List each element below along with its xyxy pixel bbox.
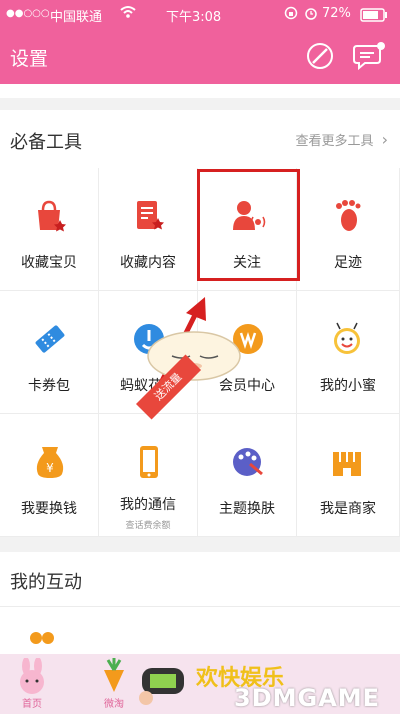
tool-item[interactable]: 收藏内容	[99, 168, 198, 291]
tool-label: 我是商家	[320, 501, 376, 517]
tool-sublabel: 查话费余额	[125, 521, 171, 531]
customize-button[interactable]	[304, 40, 336, 72]
follow-person-icon	[233, 201, 266, 230]
bee-face-icon	[334, 322, 360, 354]
tool-label: 我的通信	[120, 497, 176, 513]
tool-item[interactable]: 足迹	[297, 168, 400, 291]
palette-icon	[233, 448, 263, 476]
tool-item-follow[interactable]: 关注	[198, 168, 297, 291]
messages-button[interactable]	[352, 40, 385, 72]
tab-label: 首页	[22, 699, 42, 710]
status-bar: ●●○○○ 中国联通 下午3:08 72%	[0, 0, 400, 30]
tool-label: 主题换肤	[219, 501, 275, 517]
more-tools-label: 查看更多工具	[295, 134, 374, 149]
lock-rotation-icon	[284, 6, 298, 24]
tool-item[interactable]: 主题换肤	[198, 414, 297, 537]
tool-label: 收藏内容	[120, 255, 176, 271]
tool-item[interactable]: ¥ 我要换钱	[0, 414, 99, 537]
brush-icon	[307, 43, 333, 69]
watermark-en: 3DMGAME	[234, 684, 381, 712]
tools-title: 必备工具	[10, 132, 82, 153]
tool-label: 我的小蜜	[320, 378, 376, 394]
footprint-icon	[336, 200, 361, 231]
alarm-icon	[304, 6, 318, 24]
tool-label: 关注	[233, 255, 261, 271]
document-star-icon	[137, 201, 164, 230]
chevron-right-icon: ›	[381, 130, 388, 149]
top-strip	[0, 84, 400, 98]
ticket-icon	[35, 325, 65, 353]
bunny-icon	[20, 657, 44, 694]
interaction-section: 我的互动	[0, 552, 400, 654]
tool-item[interactable]: 我的通信 查话费余额	[99, 414, 198, 537]
battery-percent: 72%	[322, 6, 351, 21]
shop-icon	[333, 452, 361, 476]
tool-item[interactable]: 卡券包	[0, 291, 99, 414]
money-bag-icon: ¥	[36, 447, 64, 478]
tool-item[interactable]: 收藏宝贝	[0, 168, 99, 291]
status-time: 下午3:08	[166, 10, 222, 25]
carrot-icon	[104, 658, 124, 692]
shopping-bag-star-icon	[38, 200, 66, 232]
app-header: 设置	[0, 30, 400, 84]
tool-label: 卡券包	[28, 378, 70, 394]
tab-label: 微淘	[104, 699, 124, 710]
svg-text:¥: ¥	[46, 461, 54, 475]
message-icon	[353, 42, 385, 71]
more-tools-link[interactable]: 查看更多工具 ›	[295, 130, 388, 149]
interaction-title: 我的互动	[10, 572, 82, 593]
signal-dots: ●●○○○	[6, 8, 50, 19]
tool-label: 收藏宝贝	[21, 255, 77, 271]
interaction-icon	[30, 632, 54, 644]
divider	[0, 606, 400, 607]
carrier: 中国联通	[50, 10, 103, 25]
tab-weitao[interactable]: 微淘	[84, 658, 144, 714]
gamepad-hand-logo	[139, 668, 184, 705]
tab-home[interactable]: 首页	[2, 657, 62, 714]
battery-icon	[360, 8, 388, 26]
tools-section-header: 必备工具 查看更多工具 ›	[0, 110, 400, 169]
phone-icon	[140, 446, 158, 478]
tool-label: 足迹	[334, 255, 362, 271]
page-title: 设置	[10, 48, 49, 70]
tool-label: 我要换钱	[21, 501, 77, 517]
tool-item[interactable]: 我的小蜜	[297, 291, 400, 414]
wifi-icon	[120, 5, 136, 23]
tool-item[interactable]: 我是商家	[297, 414, 400, 537]
